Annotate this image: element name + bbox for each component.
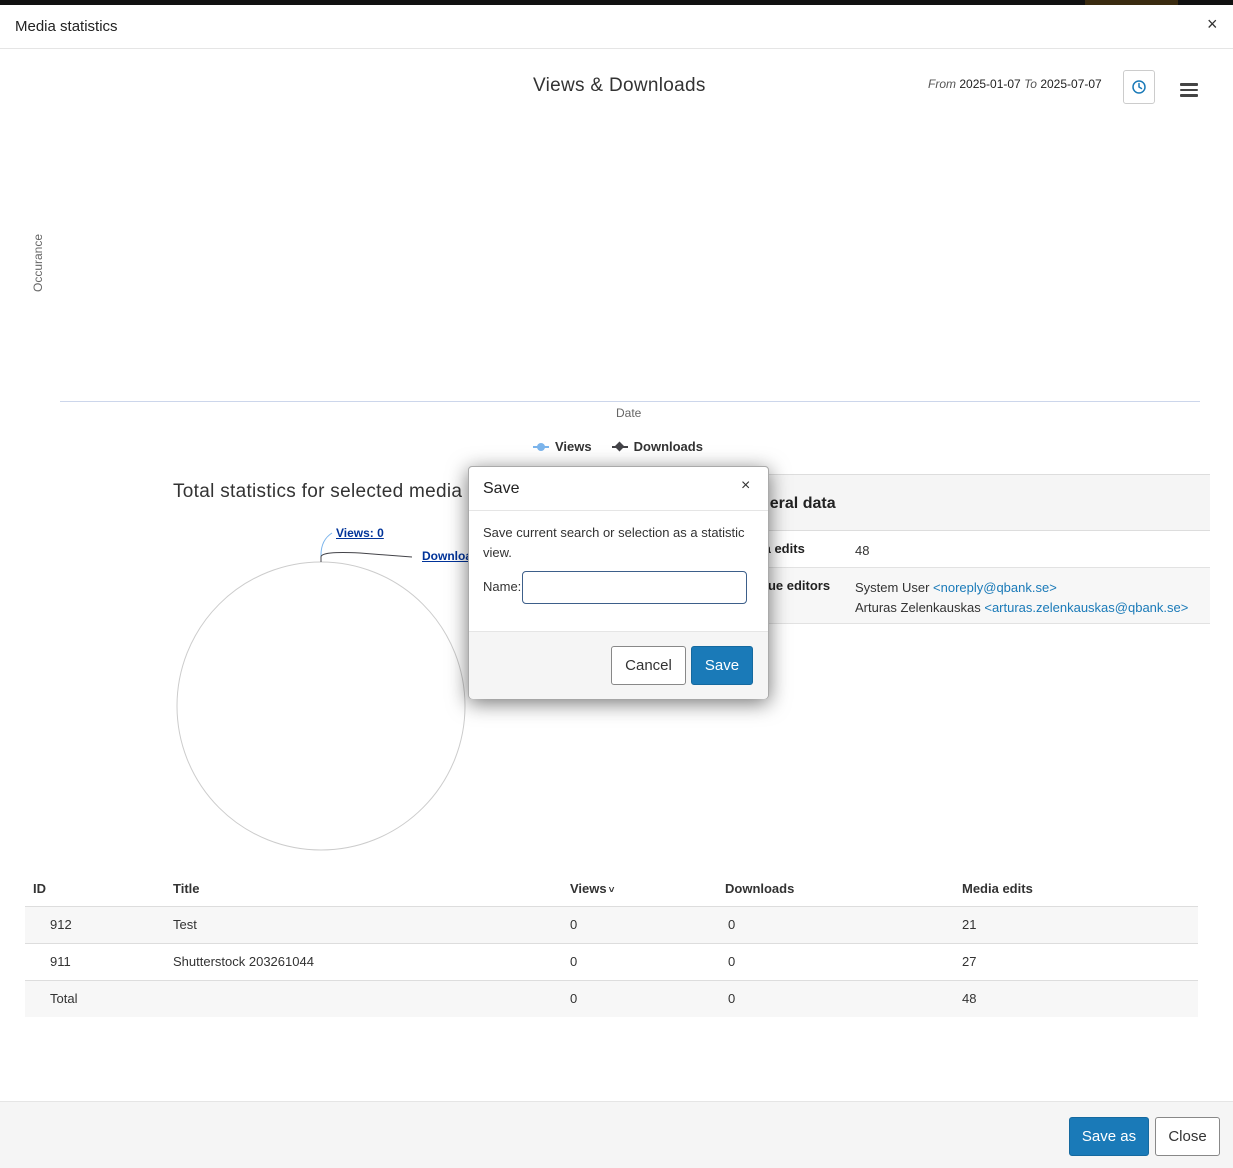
- chart-legend: Views Downloads: [533, 439, 703, 454]
- pie-circle: [176, 561, 466, 851]
- col-edits[interactable]: Media edits: [962, 872, 1198, 907]
- editor-item: System User <noreply@qbank.se>: [855, 578, 1188, 598]
- editor-name: System User: [855, 580, 930, 595]
- sort-desc-icon: ˅: [608, 885, 615, 897]
- save-dialog-body: Save current search or selection as a st…: [469, 511, 768, 631]
- legend-downloads[interactable]: Downloads: [611, 439, 703, 454]
- general-key-editors: que editors: [760, 578, 831, 593]
- col-downloads[interactable]: Downloads: [725, 872, 962, 907]
- chart-menu-icon[interactable]: [1180, 83, 1198, 99]
- from-date: 2025-01-07: [959, 77, 1021, 91]
- save-dialog-message: Save current search or selection as a st…: [483, 525, 745, 560]
- save-as-button[interactable]: Save as: [1069, 1117, 1149, 1156]
- col-views-label: Views: [570, 881, 607, 897]
- x-axis-label: Date: [616, 406, 642, 420]
- pie-chart: [176, 532, 466, 851]
- cell-downloads: 0: [725, 906, 962, 944]
- legend-downloads-label: Downloads: [633, 439, 703, 454]
- general-row-editors: que editors System User <noreply@qbank.s…: [740, 568, 1210, 624]
- cell-title: Shutterstock 203261044: [173, 943, 570, 981]
- col-views[interactable]: Views ˅: [570, 872, 725, 907]
- cancel-button[interactable]: Cancel: [611, 646, 686, 685]
- cell-total-label: Total: [25, 980, 173, 1017]
- cell-total-edits: 48: [962, 980, 1198, 1017]
- cell-total-downloads: 0: [725, 980, 962, 1017]
- save-dialog: Save × Save current search or selection …: [468, 466, 769, 699]
- date-range: From 2025-01-07 To 2025-07-07: [928, 77, 1102, 91]
- pie-label-views[interactable]: Views: 0: [336, 526, 384, 540]
- from-label: From: [928, 77, 956, 91]
- cell-views: 0: [570, 906, 725, 944]
- modal-footer: Save as Close: [0, 1101, 1233, 1168]
- general-value-edits: 48: [855, 543, 870, 558]
- close-icon[interactable]: ×: [741, 477, 750, 495]
- cell-views: 0: [570, 943, 725, 981]
- cell-title: Test: [173, 906, 570, 944]
- table-row[interactable]: 911 Shutterstock 203261044 0 0 27: [25, 943, 1198, 981]
- cell-total-title: [173, 980, 570, 1017]
- general-value-editors: System User <noreply@qbank.se> Arturas Z…: [855, 578, 1188, 618]
- cell-total-views: 0: [570, 980, 725, 1017]
- save-dialog-header: Save ×: [469, 467, 768, 511]
- clock-icon: [1132, 80, 1146, 94]
- editor-email-link[interactable]: <arturas.zelenkauskas@qbank.se>: [984, 600, 1188, 615]
- downloads-connector: [320, 552, 413, 562]
- cell-edits: 21: [962, 906, 1198, 944]
- y-axis-label: Occurance: [31, 233, 45, 292]
- cell-edits: 27: [962, 943, 1198, 981]
- table-row[interactable]: 912 Test 0 0 21: [25, 906, 1198, 944]
- general-data-heading: neral data: [740, 474, 1210, 531]
- modal-title: Media statistics: [15, 18, 118, 35]
- cell-downloads: 0: [725, 943, 962, 981]
- table-header-row: ID Title Views ˅ Downloads Media edits: [25, 872, 1198, 907]
- name-input[interactable]: [522, 571, 747, 604]
- name-label: Name:: [483, 579, 522, 594]
- chart-title: Views & Downloads: [533, 75, 706, 96]
- media-stats-table: ID Title Views ˅ Downloads Media edits 91…: [25, 872, 1198, 1017]
- cell-id: 911: [25, 943, 173, 981]
- legend-views-symbol: [533, 442, 549, 452]
- legend-views-label: Views: [555, 439, 592, 454]
- close-icon[interactable]: ×: [1207, 14, 1218, 35]
- legend-downloads-symbol: [611, 441, 628, 452]
- pie-title: Total statistics for selected media: [173, 481, 463, 502]
- to-date: 2025-07-07: [1040, 77, 1102, 91]
- pie-label-downloads[interactable]: Downloa: [422, 549, 472, 563]
- save-button[interactable]: Save: [691, 646, 753, 685]
- date-range-button[interactable]: [1123, 70, 1155, 104]
- col-title[interactable]: Title: [173, 872, 570, 907]
- views-connector: [320, 532, 333, 562]
- save-dialog-title: Save: [483, 480, 520, 497]
- x-axis-line: [60, 401, 1200, 402]
- cell-id: 912: [25, 906, 173, 944]
- modal-header: Media statistics ×: [0, 5, 1233, 49]
- general-data-panel: neral data ia edits 48 que editors Syste…: [740, 474, 1210, 624]
- to-label: To: [1024, 77, 1037, 91]
- editor-email-link[interactable]: <noreply@qbank.se>: [933, 580, 1057, 595]
- legend-views[interactable]: Views: [533, 439, 592, 454]
- col-id[interactable]: ID: [25, 872, 173, 907]
- close-button[interactable]: Close: [1155, 1117, 1220, 1156]
- editor-name: Arturas Zelenkauskas: [855, 600, 981, 615]
- editor-item: Arturas Zelenkauskas <arturas.zelenkausk…: [855, 598, 1188, 618]
- general-row-edits: ia edits 48: [740, 531, 1210, 568]
- save-dialog-footer: Cancel Save: [469, 631, 768, 699]
- table-total-row: Total 0 0 48: [25, 980, 1198, 1017]
